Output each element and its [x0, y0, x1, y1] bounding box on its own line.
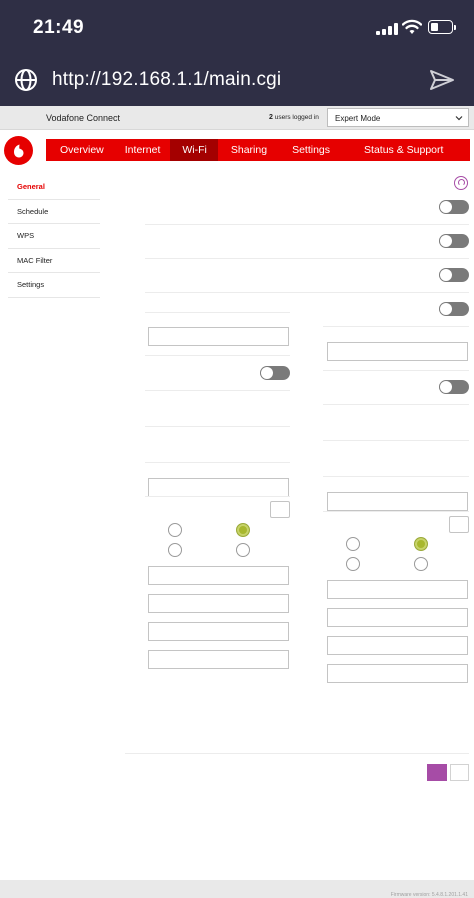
- row-divider: [145, 496, 290, 497]
- nav-settings[interactable]: Settings: [277, 139, 344, 161]
- nav-wifi[interactable]: Wi-Fi: [170, 139, 218, 161]
- row-divider: [323, 326, 469, 327]
- mode-selected-value: Expert Mode: [335, 114, 381, 123]
- row-divider: [145, 312, 290, 313]
- text-field[interactable]: [148, 327, 289, 346]
- mode-select[interactable]: Expert Mode: [327, 108, 469, 127]
- row-divider: [145, 462, 290, 463]
- text-field[interactable]: [148, 594, 289, 613]
- status-time: 21:49: [33, 17, 85, 38]
- row-divider: [145, 224, 469, 225]
- row-divider: [323, 511, 469, 512]
- text-field[interactable]: [327, 342, 468, 361]
- nav-status-support[interactable]: Status & Support: [344, 139, 452, 161]
- radio-button-selected[interactable]: [236, 523, 250, 537]
- text-field[interactable]: [327, 492, 468, 511]
- row-divider: [323, 476, 469, 477]
- apply-button[interactable]: [427, 764, 447, 781]
- row-divider: [145, 426, 290, 427]
- globe-icon[interactable]: [14, 68, 38, 92]
- users-count: 2: [269, 114, 273, 121]
- radio-button[interactable]: [346, 537, 360, 551]
- brand-name: Vodafone Connect: [46, 113, 121, 123]
- text-field[interactable]: [327, 636, 468, 655]
- chevron-down-icon: [455, 116, 463, 121]
- radio-button-selected[interactable]: [414, 537, 428, 551]
- status-bar: 21:49: [0, 0, 474, 56]
- wifi-toggle[interactable]: [439, 234, 469, 248]
- users-text: users logged in: [274, 114, 319, 121]
- footer: Firmware version: 5.4.8.1.201.1.41: [0, 880, 474, 898]
- wifi-toggle[interactable]: [439, 200, 469, 214]
- main-nav: Overview Internet Wi-Fi Sharing Settings…: [46, 139, 470, 161]
- browser-url-bar[interactable]: http://192.168.1.1/main.cgi: [0, 56, 474, 106]
- wifi-toggle[interactable]: [439, 268, 469, 282]
- radio-button[interactable]: [236, 543, 250, 557]
- sidebar-item-settings[interactable]: Settings: [8, 273, 100, 298]
- send-icon[interactable]: [428, 68, 456, 92]
- sidebar-item-wps[interactable]: WPS: [8, 224, 100, 249]
- section-divider: [125, 753, 469, 754]
- row-divider: [145, 292, 469, 293]
- text-field[interactable]: [148, 622, 289, 641]
- text-field[interactable]: [327, 608, 468, 627]
- text-field[interactable]: [327, 580, 468, 599]
- url-text[interactable]: http://192.168.1.1/main.cgi: [52, 69, 281, 91]
- row-divider: [323, 370, 469, 371]
- nav-overview[interactable]: Overview: [46, 139, 112, 161]
- sidebar-item-schedule[interactable]: Schedule: [8, 200, 100, 224]
- sidebar-item-mac-filter[interactable]: MAC Filter: [8, 249, 100, 273]
- wifi-toggle[interactable]: [260, 366, 290, 380]
- router-top-strip: Vodafone Connect 2 users logged in Exper…: [0, 106, 474, 130]
- cancel-button[interactable]: [450, 764, 469, 781]
- signal-icon: [376, 23, 398, 35]
- text-field[interactable]: [148, 650, 289, 669]
- text-field[interactable]: [148, 566, 289, 585]
- help-icon[interactable]: [454, 176, 468, 190]
- sidebar: General Schedule WPS MAC Filter Settings: [8, 175, 100, 298]
- wifi-toggle[interactable]: [439, 380, 469, 394]
- row-divider: [145, 258, 469, 259]
- vodafone-logo-icon[interactable]: [4, 136, 33, 165]
- row-divider: [323, 440, 469, 441]
- sidebar-item-general[interactable]: General: [8, 175, 100, 200]
- checkbox[interactable]: [449, 516, 469, 533]
- checkbox[interactable]: [270, 501, 290, 518]
- radio-button[interactable]: [168, 543, 182, 557]
- row-divider: [323, 404, 469, 405]
- nav-sharing[interactable]: Sharing: [218, 139, 277, 161]
- radio-button[interactable]: [168, 523, 182, 537]
- row-divider: [145, 355, 290, 356]
- users-logged-in: 2 users logged in: [269, 114, 319, 121]
- wifi-icon: [402, 19, 422, 34]
- battery-icon: [428, 20, 456, 34]
- text-field[interactable]: [148, 478, 289, 497]
- row-divider: [145, 390, 290, 391]
- radio-button[interactable]: [346, 557, 360, 571]
- firmware-version: Firmware version: 5.4.8.1.201.1.41: [390, 892, 468, 898]
- nav-internet[interactable]: Internet: [112, 139, 171, 161]
- text-field[interactable]: [327, 664, 468, 683]
- wifi-toggle[interactable]: [439, 302, 469, 316]
- radio-button[interactable]: [414, 557, 428, 571]
